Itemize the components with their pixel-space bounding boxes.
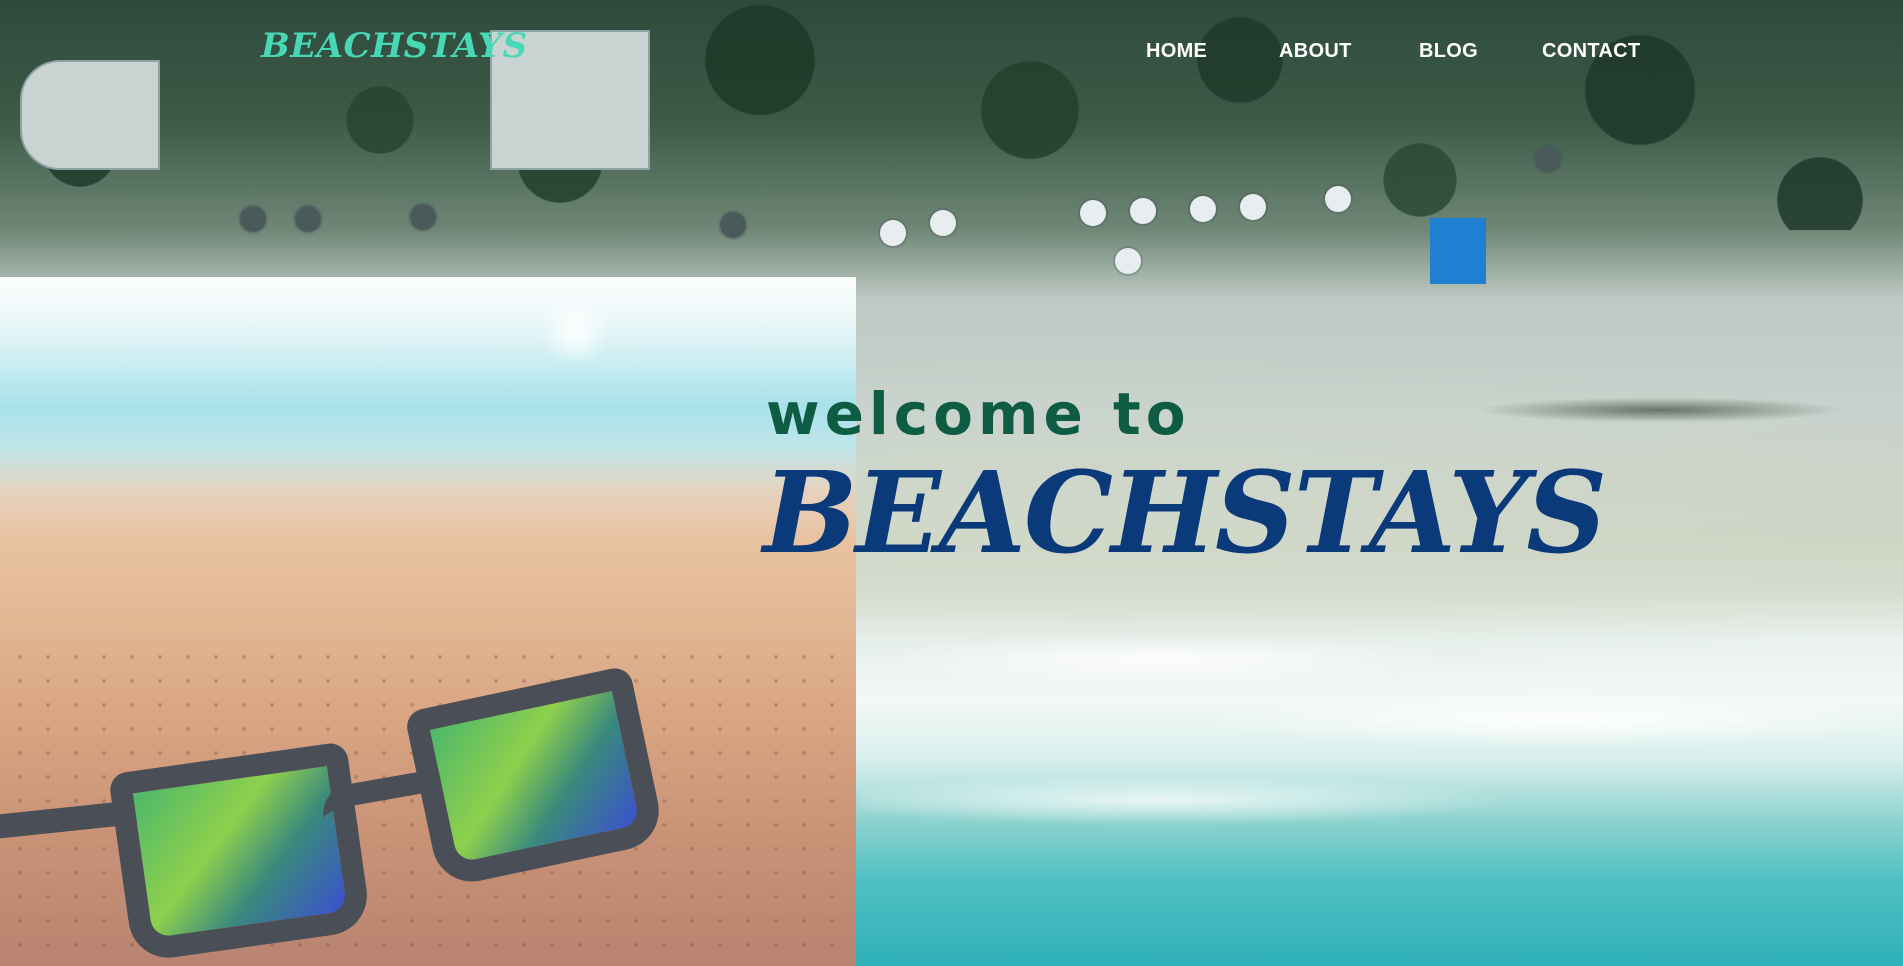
brand-heading: BEACHSTAYS: [763, 448, 1607, 579]
beach-umbrella: [1130, 198, 1156, 224]
beach-umbrella: [1080, 200, 1106, 226]
beach-umbrella: [410, 204, 436, 230]
sunglasses-lens: [107, 741, 373, 963]
sunglasses-icon: [0, 665, 690, 963]
beach-umbrella: [1190, 196, 1216, 222]
site-logo[interactable]: BEACHSTAYS: [261, 26, 528, 66]
beach-umbrella: [240, 206, 266, 232]
welcome-heading: welcome to: [766, 380, 1191, 448]
sunglasses-photo-image: [0, 277, 856, 966]
beach-umbrella: [1535, 146, 1561, 172]
nav-link-home[interactable]: HOME: [1146, 40, 1207, 63]
beach-umbrella: [720, 212, 746, 238]
blue-beach-tent: [1430, 218, 1486, 284]
nav-link-contact[interactable]: CONTACT: [1542, 40, 1640, 63]
nav-link-blog[interactable]: BLOG: [1419, 40, 1478, 63]
beach-umbrella: [1325, 186, 1351, 212]
seaweed-line: [1400, 380, 1903, 440]
beach-umbrella: [880, 220, 906, 246]
ocean-waves: [860, 600, 1903, 850]
beach-umbrella: [1115, 248, 1141, 274]
sun-glow: [540, 297, 610, 367]
sunglasses-lens: [403, 665, 667, 889]
top-navigation: BEACHSTAYS HOME ABOUT BLOG CONTACT: [0, 0, 1903, 106]
nav-link-about[interactable]: ABOUT: [1279, 40, 1352, 63]
hero-section: BEACHSTAYS HOME ABOUT BLOG CONTACT welco…: [0, 0, 1903, 966]
beach-umbrella: [295, 206, 321, 232]
beach-umbrella: [930, 210, 956, 236]
beach-umbrella: [1240, 194, 1266, 220]
